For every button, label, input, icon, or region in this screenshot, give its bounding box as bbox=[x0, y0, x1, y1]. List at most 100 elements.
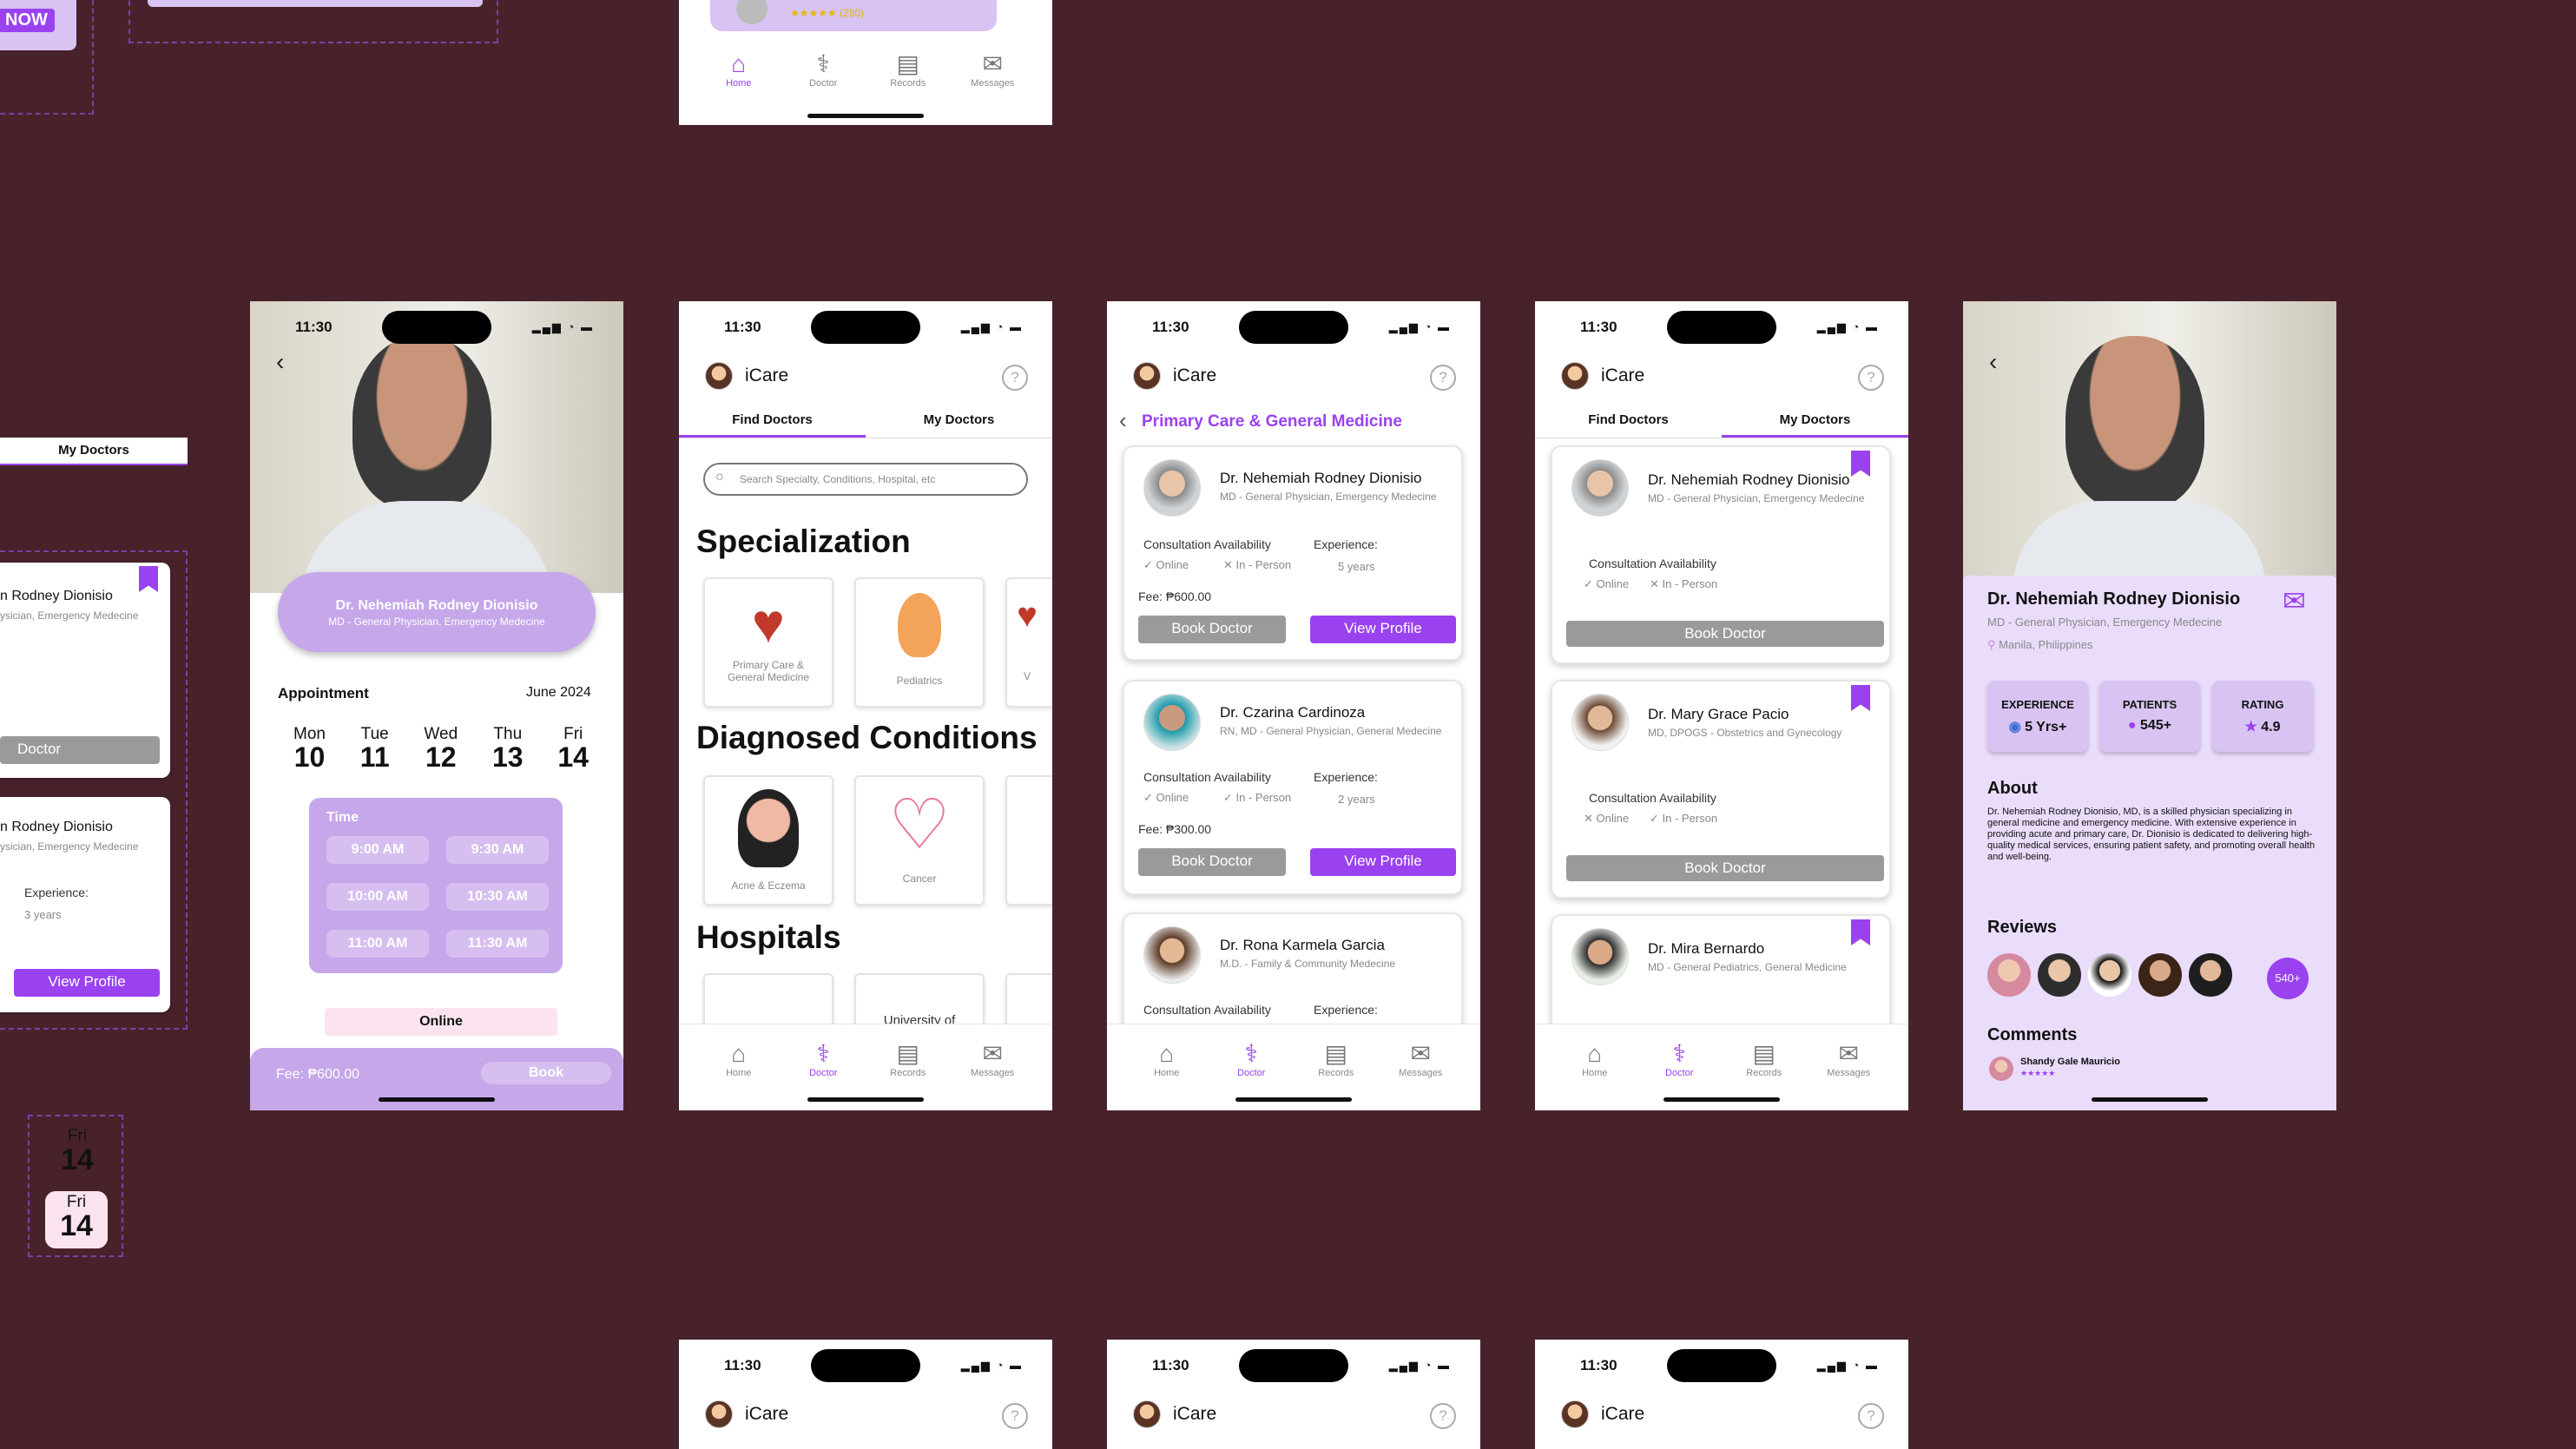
back-arrow-icon[interactable]: ‹ bbox=[1119, 407, 1127, 434]
partial-book-button[interactable]: Doctor bbox=[0, 736, 160, 764]
online-check: ✓ Online bbox=[1143, 558, 1189, 571]
dynamic-island bbox=[1239, 1349, 1348, 1382]
help-icon[interactable]: ? bbox=[1858, 1403, 1884, 1429]
status-time: 11:30 bbox=[295, 319, 333, 335]
mail-icon[interactable]: ✉ bbox=[2283, 584, 2306, 617]
user-avatar[interactable] bbox=[1561, 1400, 1589, 1428]
location: ⚲ Manila, Philippines bbox=[1987, 638, 2093, 651]
help-icon[interactable]: ? bbox=[1858, 365, 1884, 391]
tab-my-doctors[interactable]: My Doctors bbox=[1722, 404, 1908, 438]
nav-messages[interactable]: ✉ Messages bbox=[1807, 1024, 1892, 1110]
reviewer-avatar-1[interactable] bbox=[1987, 953, 2031, 997]
my-doctor-card-1[interactable]: Dr. Nehemiah Rodney Dionisio MD - Genera… bbox=[1551, 445, 1891, 664]
book-doctor-button[interactable]: Book Doctor bbox=[1566, 855, 1884, 881]
reviewer-avatar-2[interactable] bbox=[2038, 953, 2081, 997]
doctor-card-1[interactable]: Dr. Nehemiah Rodney Dionisio MD - Genera… bbox=[1123, 445, 1463, 661]
day-wed[interactable]: Wed 12 bbox=[424, 725, 458, 777]
user-avatar[interactable] bbox=[705, 1400, 733, 1428]
online-check: ✓ Online bbox=[1584, 577, 1630, 590]
day-number: 14 bbox=[61, 1143, 94, 1176]
view-profile-button[interactable]: View Profile bbox=[14, 969, 160, 997]
day-chip-plain[interactable]: Fri 14 bbox=[47, 1127, 108, 1184]
help-icon[interactable]: ? bbox=[1430, 365, 1456, 391]
experience-label: Experience: bbox=[1314, 770, 1378, 784]
records-icon: ▤ bbox=[896, 50, 919, 77]
globe-icon: ◉ bbox=[2008, 720, 2021, 734]
slot-900[interactable]: 9:00 AM bbox=[326, 836, 429, 864]
now-badge[interactable]: NOW bbox=[0, 9, 55, 32]
screen-doctor-profile: ‹ Dr. Nehemiah Rodney Dionisio ✉ MD - Ge… bbox=[1963, 301, 2336, 1110]
more-reviews-badge[interactable]: 540+ bbox=[2267, 958, 2309, 999]
book-button[interactable]: Book bbox=[481, 1062, 611, 1084]
nav-home[interactable]: ⌂ Home bbox=[1552, 1024, 1637, 1110]
search-input[interactable]: ○ Search Specialty, Conditions, Hospital… bbox=[703, 463, 1028, 496]
slot-1000[interactable]: 10:00 AM bbox=[326, 883, 429, 911]
tab-find-doctors[interactable]: Find Doctors bbox=[1535, 404, 1722, 438]
view-profile-button[interactable]: View Profile bbox=[1310, 848, 1456, 876]
tile-primary-care[interactable]: ♥ Primary Care & General Medicine bbox=[703, 577, 833, 708]
inperson-check: ✓ In - Person bbox=[1223, 791, 1292, 804]
inperson-cross: ✕ In - Person bbox=[1223, 558, 1292, 571]
nav-doctor[interactable]: ⚕ Doctor bbox=[781, 35, 866, 125]
bookmark-icon[interactable] bbox=[1851, 685, 1870, 711]
consult-label: Consultation Availability bbox=[1143, 770, 1271, 784]
slot-1130[interactable]: 11:30 AM bbox=[446, 930, 549, 958]
slot-1100[interactable]: 11:00 AM bbox=[326, 930, 429, 958]
help-icon[interactable]: ? bbox=[1002, 365, 1028, 391]
nav-home[interactable]: ⌂ Home bbox=[696, 35, 781, 125]
reviewer-avatar-4[interactable] bbox=[2138, 953, 2182, 997]
doctor-card-2[interactable]: Dr. Czarina Cardinoza RN, MD - General P… bbox=[1123, 680, 1463, 895]
back-arrow-icon[interactable]: ‹ bbox=[1989, 348, 1997, 376]
tab-my-doctors[interactable]: My Doctors bbox=[866, 404, 1052, 438]
doctor-specialty: M.D. - Family & Community Medecine bbox=[1220, 958, 1396, 970]
book-doctor-button[interactable]: Book Doctor bbox=[1566, 621, 1884, 647]
day-tue[interactable]: Tue 11 bbox=[360, 725, 390, 777]
doctor-specialty: RN, MD - General Physician, General Mede… bbox=[1220, 725, 1442, 737]
tile-pediatrics[interactable]: Pediatrics bbox=[854, 577, 985, 708]
reviewer-avatar-3[interactable] bbox=[2088, 953, 2131, 997]
view-profile-button[interactable]: View Profile bbox=[1310, 616, 1456, 643]
online-mode-button[interactable]: Online bbox=[325, 1008, 557, 1036]
nav-records[interactable]: ▤ Records bbox=[866, 35, 951, 125]
user-avatar[interactable] bbox=[1133, 362, 1161, 390]
book-doctor-button[interactable]: Book Doctor bbox=[1138, 616, 1286, 643]
nav-home[interactable]: ⌂ Home bbox=[696, 1024, 781, 1110]
doctor-name: Dr. Nehemiah Rodney Dionisio bbox=[335, 598, 538, 613]
help-icon[interactable]: ? bbox=[1430, 1403, 1456, 1429]
screen-booking: 11:30 ▂▄▆ ◔ ▬ ‹ Dr. Nehemiah Rodney Dioni… bbox=[250, 301, 623, 1110]
nav-messages[interactable]: ✉ Messages bbox=[951, 1024, 1036, 1110]
home-indicator bbox=[807, 1097, 924, 1102]
help-icon[interactable]: ? bbox=[1002, 1403, 1028, 1429]
back-arrow-icon[interactable]: ‹ bbox=[276, 348, 284, 376]
mail-icon: ✉ bbox=[1838, 1040, 1859, 1067]
partial-tab[interactable]: My Doctors bbox=[0, 438, 188, 465]
book-doctor-button[interactable]: Book Doctor bbox=[1138, 848, 1286, 876]
bookmark-icon[interactable] bbox=[1851, 919, 1870, 945]
tile-acne-eczema[interactable]: Acne & Eczema bbox=[703, 775, 833, 906]
slot-1030[interactable]: 10:30 AM bbox=[446, 883, 549, 911]
my-doctor-card-2[interactable]: Dr. Mary Grace Pacio MD, DPOGS - Obstetr… bbox=[1551, 680, 1891, 899]
user-avatar[interactable] bbox=[1561, 362, 1589, 390]
status-icons: ▂▄▆ ◔ ▬ bbox=[1816, 320, 1879, 333]
user-avatar[interactable] bbox=[1133, 1400, 1161, 1428]
bookmark-icon[interactable] bbox=[1851, 451, 1870, 477]
reviewer-avatar-5[interactable] bbox=[2189, 953, 2232, 997]
day-thu[interactable]: Thu 13 bbox=[492, 725, 524, 777]
tile-cancer[interactable]: ♡ Cancer bbox=[854, 775, 985, 906]
tile-condition-3[interactable] bbox=[1005, 775, 1052, 906]
day-chip-selected[interactable]: Fri 14 bbox=[45, 1191, 108, 1248]
nav-messages[interactable]: ✉ Messages bbox=[1379, 1024, 1464, 1110]
slot-930[interactable]: 9:30 AM bbox=[446, 836, 549, 864]
day-mon[interactable]: Mon 10 bbox=[293, 725, 326, 777]
experience-value: 3 years bbox=[24, 908, 62, 921]
bookmark-icon[interactable] bbox=[139, 566, 158, 592]
day-fri[interactable]: Fri 14 bbox=[557, 725, 589, 777]
consult-label: Consultation Availability bbox=[1143, 537, 1271, 551]
baby-icon bbox=[898, 593, 941, 657]
user-avatar[interactable] bbox=[705, 362, 733, 390]
time-label: Time bbox=[326, 810, 359, 825]
nav-messages[interactable]: ✉ Messages bbox=[951, 35, 1036, 125]
tab-find-doctors[interactable]: Find Doctors bbox=[679, 404, 866, 438]
tile-specialization-3[interactable]: ♥ V bbox=[1005, 577, 1052, 708]
nav-home[interactable]: ⌂ Home bbox=[1124, 1024, 1209, 1110]
